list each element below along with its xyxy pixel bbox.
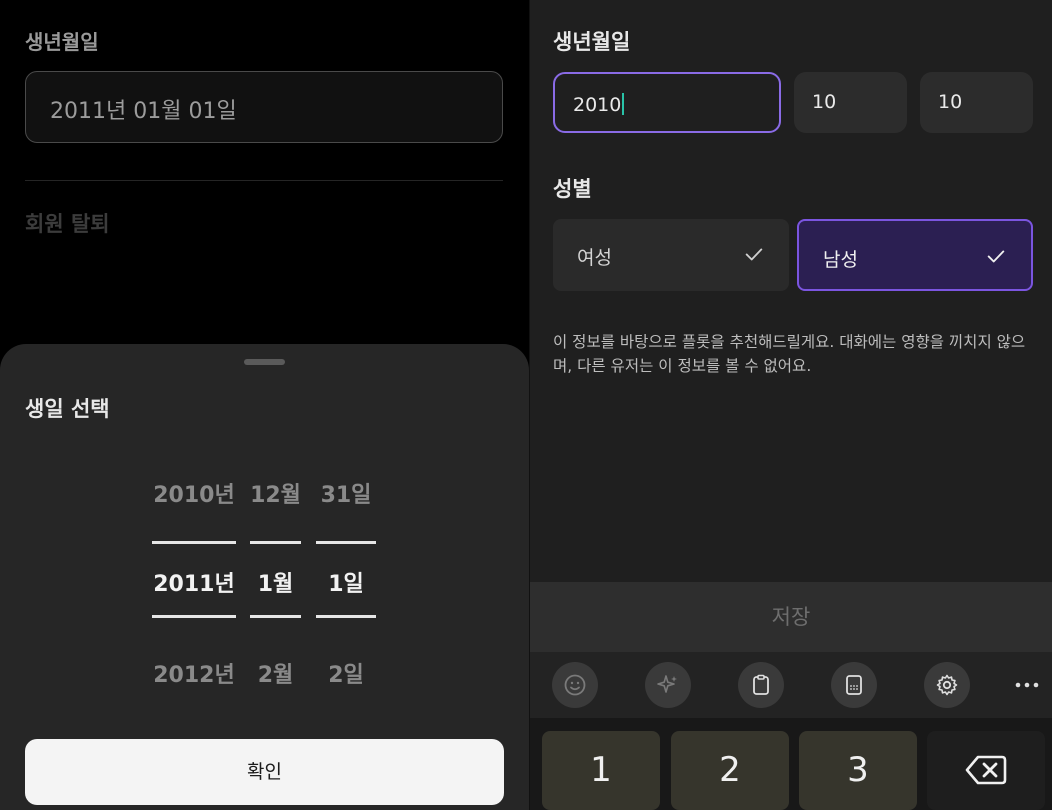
sheet-drag-handle[interactable]	[244, 359, 285, 365]
birth-date-value: 2011년 01월 01일	[50, 99, 237, 124]
month-input[interactable]: 10	[794, 72, 907, 133]
settings-button[interactable]	[924, 662, 970, 708]
birth-label: 생년월일	[553, 30, 631, 54]
backspace-icon	[965, 755, 1007, 785]
confirm-button-label: 확인	[247, 761, 282, 783]
gender-option-label: 여성	[577, 247, 612, 269]
confirm-button[interactable]: 확인	[25, 739, 504, 805]
year-next[interactable]: 2012년	[153, 657, 235, 689]
save-button[interactable]: 저장	[530, 582, 1052, 652]
birthday-bottom-sheet: 생일 선택 2010년 2011년 2012년 12월 1월 2월 31일 1일…	[0, 344, 529, 810]
check-icon	[987, 250, 1005, 263]
day-next[interactable]: 2일	[316, 657, 376, 689]
day-input-value: 10	[938, 91, 963, 113]
keyboard-toolbar	[530, 652, 1052, 718]
clipboard-button[interactable]	[738, 662, 784, 708]
key-label: 1	[590, 750, 612, 790]
year-prev[interactable]: 2010년	[153, 477, 235, 509]
backspace-key[interactable]	[927, 731, 1045, 810]
divider	[25, 180, 503, 181]
keypad-button[interactable]	[831, 662, 877, 708]
birth-label: 생년월일	[25, 30, 99, 54]
text-caret	[622, 93, 625, 115]
ai-button[interactable]	[645, 662, 691, 708]
year-select-line-top	[152, 541, 236, 544]
day-selected[interactable]: 1일	[316, 566, 376, 598]
withdraw-link[interactable]: 회원 탈퇴	[25, 208, 110, 238]
more-icon[interactable]	[1012, 670, 1042, 700]
gear-icon	[936, 674, 958, 696]
check-icon	[745, 248, 763, 261]
key-1[interactable]: 1	[542, 731, 660, 810]
key-2[interactable]: 2	[671, 731, 789, 810]
right-panel: 생년월일 2010 10 10 성별 여성 남성 이 정보를 바탕으로 플롯을 …	[530, 0, 1052, 810]
month-select-line-top	[250, 541, 301, 544]
emoji-icon	[564, 674, 586, 696]
day-input[interactable]: 10	[920, 72, 1033, 133]
emoji-button[interactable]	[552, 662, 598, 708]
day-select-line-top	[316, 541, 376, 544]
key-label: 3	[847, 750, 869, 790]
gender-option-male[interactable]: 남성	[797, 219, 1033, 291]
key-3[interactable]: 3	[799, 731, 917, 810]
year-select-line-bottom	[152, 615, 236, 618]
sheet-title: 생일 선택	[25, 397, 110, 421]
gender-label: 성별	[553, 177, 592, 201]
year-value-text: 2010	[573, 94, 622, 116]
month-selected[interactable]: 1월	[250, 566, 301, 598]
year-selected[interactable]: 2011년	[153, 566, 235, 598]
info-notice: 이 정보를 바탕으로 플롯을 추천해드릴게요. 대화에는 영향을 끼치지 않으며…	[553, 333, 1026, 375]
birth-date-field[interactable]: 2011년 01월 01일	[25, 71, 503, 143]
month-select-line-bottom	[250, 615, 301, 618]
month-prev[interactable]: 12월	[250, 477, 301, 509]
year-input-value: 2010	[573, 93, 625, 116]
month-next[interactable]: 2월	[250, 657, 301, 689]
year-input[interactable]: 2010	[553, 72, 781, 133]
day-prev[interactable]: 31일	[316, 477, 376, 509]
sparkle-icon	[657, 675, 677, 693]
month-input-value: 10	[812, 91, 837, 113]
gender-option-female[interactable]: 여성	[553, 219, 789, 291]
gender-option-label: 남성	[823, 249, 858, 271]
clipboard-icon	[753, 674, 769, 695]
save-button-label: 저장	[771, 605, 811, 629]
numeric-keyboard: 1 2 3	[530, 718, 1052, 810]
left-panel: 생년월일 2011년 01월 01일 회원 탈퇴 생일 선택 2010년 201…	[0, 0, 529, 810]
keypad-icon	[846, 675, 862, 695]
day-select-line-bottom	[316, 615, 376, 618]
key-label: 2	[719, 750, 741, 790]
